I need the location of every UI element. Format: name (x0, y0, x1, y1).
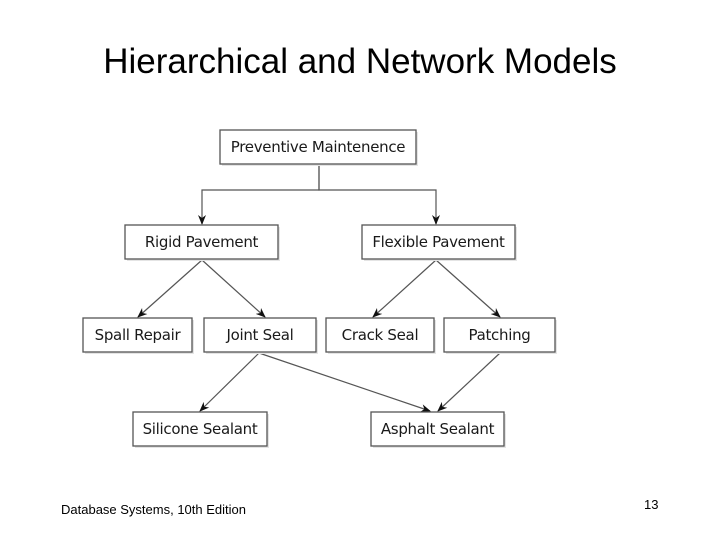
hierarchy-diagram: Preventive Maintenence Rigid Pavement Flex… (82, 129, 557, 448)
node-label: Asphalt Sealant (381, 420, 495, 438)
node-joint: Joint Seal (203, 317, 318, 354)
edge-rigid-to-spall (137, 259, 203, 318)
node-patching: Patching (443, 317, 557, 354)
node-label: Crack Seal (342, 326, 419, 344)
node-silicone: Silicone Sealant (132, 411, 269, 448)
node-label: Patching (469, 326, 531, 344)
node-label: Rigid Pavement (145, 233, 259, 251)
node-rigid: Rigid Pavement (124, 224, 280, 261)
node-label: Flexible Pavement (372, 233, 505, 251)
edge-preventive-to-flexible (318, 164, 440, 225)
page-number: 13 (644, 497, 659, 512)
node-label: Silicone Sealant (143, 420, 258, 438)
edge-patching-to-asphalt (437, 352, 501, 412)
edge-rigid-to-joint (201, 259, 266, 318)
node-spall: Spall Repair (82, 317, 194, 354)
node-label: Spall Repair (95, 326, 182, 344)
slide-footer: Database Systems, 10th Edition (61, 502, 246, 517)
edge-joint-to-asphalt (258, 352, 431, 412)
node-preventive: Preventive Maintenence (219, 129, 418, 166)
edge-flexible-to-crack (372, 259, 437, 318)
node-label: Joint Seal (225, 326, 293, 344)
node-flexible: Flexible Pavement (361, 224, 517, 261)
node-crack: Crack Seal (325, 317, 436, 354)
node-asphalt: Asphalt Sealant (370, 411, 506, 448)
node-label: Preventive Maintenence (231, 138, 405, 156)
edge-joint-to-silicone (199, 352, 260, 412)
edge-preventive-to-rigid (198, 164, 320, 225)
edge-flexible-to-patching (435, 259, 501, 318)
